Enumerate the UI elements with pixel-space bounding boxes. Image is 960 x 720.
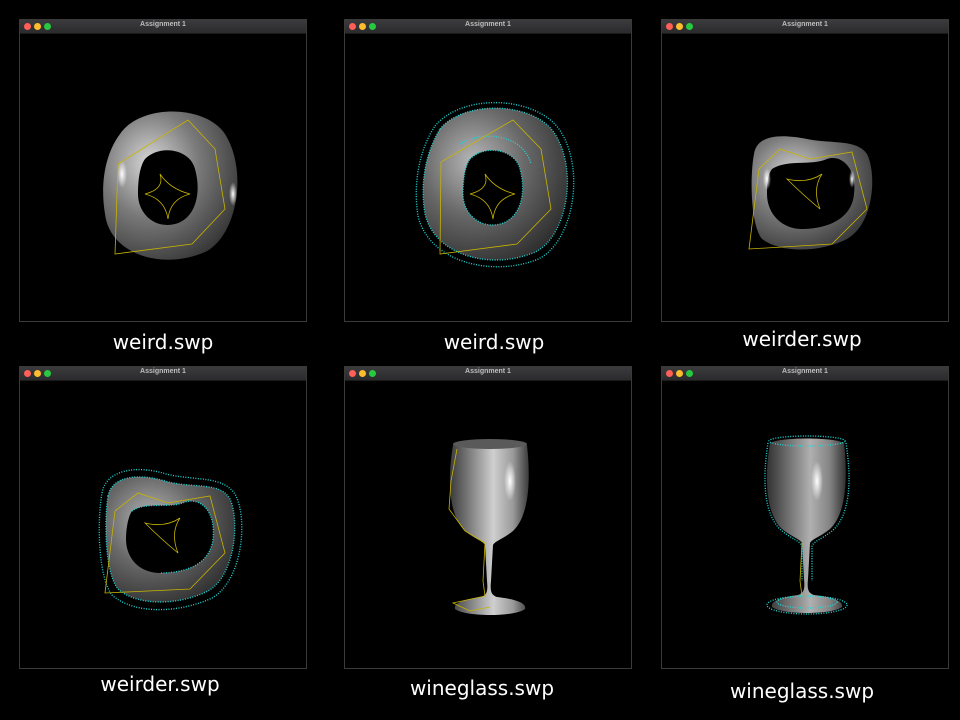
title-bar[interactable]: Assignment 1 <box>345 367 631 381</box>
title-bar[interactable]: Assignment 1 <box>662 367 948 381</box>
render-viewport[interactable] <box>20 34 306 321</box>
window-wineglass-normals[interactable]: Assignment 1 <box>661 366 949 669</box>
caption-weird-2: weird.swp <box>443 330 545 354</box>
window-weirder-normals[interactable]: Assignment 1 <box>19 366 307 669</box>
control-curve <box>799 542 803 597</box>
window-wineglass-shaded[interactable]: Assignment 1 <box>344 366 632 669</box>
torus-surface <box>105 476 235 602</box>
window-weird-shaded[interactable]: Assignment 1 <box>19 19 307 322</box>
window-title: Assignment 1 <box>140 21 186 28</box>
window-title: Assignment 1 <box>782 368 828 375</box>
render-viewport[interactable] <box>662 381 948 668</box>
caption-wineglass-1: wineglass.swp <box>409 676 555 700</box>
window-title: Assignment 1 <box>140 368 186 375</box>
torus-surface <box>423 108 568 261</box>
render-viewport[interactable] <box>20 381 306 668</box>
title-bar[interactable]: Assignment 1 <box>20 20 306 34</box>
render-viewport[interactable] <box>345 34 631 321</box>
title-bar[interactable]: Assignment 1 <box>20 367 306 381</box>
window-title: Assignment 1 <box>465 368 511 375</box>
torus-surface <box>103 111 238 260</box>
window-title: Assignment 1 <box>782 21 828 28</box>
window-weird-normals[interactable]: Assignment 1 <box>344 19 632 322</box>
title-bar[interactable]: Assignment 1 <box>345 20 631 34</box>
title-bar[interactable]: Assignment 1 <box>662 20 948 34</box>
render-viewport[interactable] <box>662 34 948 321</box>
render-viewport[interactable] <box>345 381 631 668</box>
caption-weird-1: weird.swp <box>112 330 214 354</box>
window-weirder-shaded[interactable]: Assignment 1 <box>661 19 949 322</box>
torus-surface <box>751 136 873 250</box>
window-title: Assignment 1 <box>465 21 511 28</box>
caption-weirder-1: weirder.swp <box>742 327 862 351</box>
caption-wineglass-2: wineglass.swp <box>729 679 875 703</box>
caption-weirder-2: weirder.swp <box>100 672 220 696</box>
wineglass-surface <box>766 438 846 613</box>
